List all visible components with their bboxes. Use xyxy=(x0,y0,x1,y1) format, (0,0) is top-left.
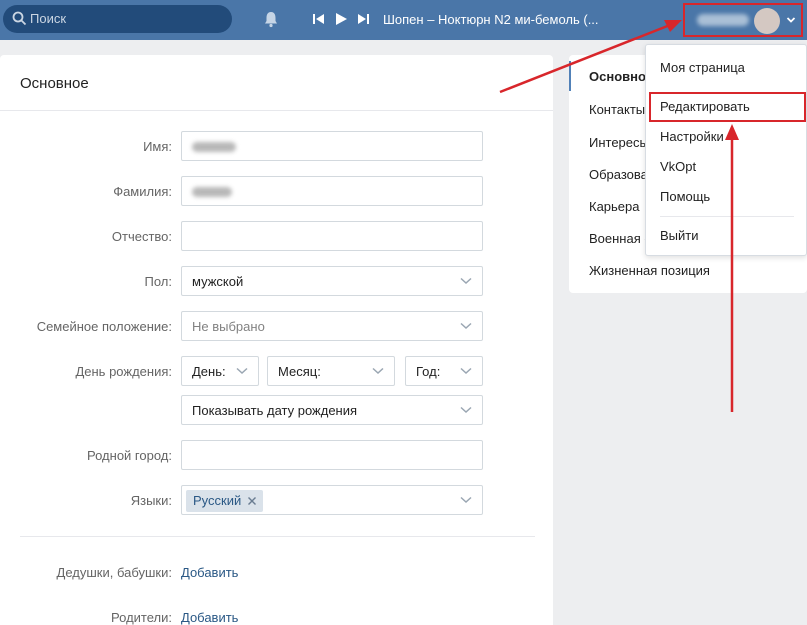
birth-year-select[interactable]: Год: xyxy=(405,356,483,386)
chevron-down-icon xyxy=(786,17,796,23)
grandparents-label: Дедушки, бабушки: xyxy=(56,565,172,580)
patronymic-label: Отчество: xyxy=(111,229,172,244)
menu-item-vkopt[interactable]: VkOpt xyxy=(660,159,696,174)
parents-label: Родители: xyxy=(111,610,172,625)
hometown-label: Родной город: xyxy=(87,448,172,463)
birth-visibility-select[interactable]: Показывать дату рождения xyxy=(181,395,483,425)
add-grandparents-link[interactable]: Добавить xyxy=(181,565,238,580)
next-track-icon[interactable] xyxy=(356,12,370,26)
section-item-education[interactable]: Образование xyxy=(589,167,645,182)
last-name-label: Фамилия: xyxy=(113,184,172,199)
chevron-down-icon xyxy=(372,367,384,375)
top-header: Поиск Шопен – Ноктюрн N2 ми-бемоль (... xyxy=(0,0,807,40)
title-divider xyxy=(0,110,553,111)
section-item-life-position[interactable]: Жизненная позиция xyxy=(589,263,789,278)
search-placeholder: Поиск xyxy=(30,11,67,26)
search-icon xyxy=(12,11,27,26)
last-name-blurred xyxy=(192,187,232,197)
page-title: Основное xyxy=(20,75,89,92)
chevron-down-icon xyxy=(460,322,472,330)
marital-status-label: Семейное положение: xyxy=(36,319,172,334)
birth-month-value: Месяц: xyxy=(278,364,321,379)
add-parents-link[interactable]: Добавить xyxy=(181,610,238,625)
profile-dropdown: Моя страница Редактировать Настройки VkO… xyxy=(645,44,807,256)
first-name-label: Имя: xyxy=(143,139,172,154)
previous-track-icon[interactable] xyxy=(312,12,326,26)
user-name-blurred xyxy=(697,14,749,26)
notifications-bell-icon[interactable] xyxy=(262,10,280,28)
chevron-down-icon xyxy=(460,367,472,375)
profile-menu-button[interactable] xyxy=(683,3,803,37)
search-box[interactable]: Поиск xyxy=(3,5,232,33)
language-tag-label: Русский xyxy=(193,493,242,508)
birth-day-select[interactable]: День: xyxy=(181,356,259,386)
marital-status-select[interactable]: Не выбрано xyxy=(181,311,483,341)
chevron-down-icon xyxy=(460,277,472,285)
birth-day-value: День: xyxy=(192,364,226,379)
language-tag: Русский xyxy=(186,490,264,512)
menu-item-help[interactable]: Помощь xyxy=(660,189,710,204)
active-indicator xyxy=(569,61,571,91)
menu-item-edit[interactable]: Редактировать xyxy=(660,99,750,114)
section-divider xyxy=(20,536,535,537)
languages-select[interactable]: Русский xyxy=(181,485,483,515)
section-item-contacts[interactable]: Контакты xyxy=(589,102,645,117)
edit-profile-card: Основное Имя: Фамилия: Отчество: Пол: му… xyxy=(0,55,553,625)
section-item-career[interactable]: Карьера xyxy=(589,199,645,214)
chevron-down-icon xyxy=(460,496,472,504)
gender-label: Пол: xyxy=(144,274,173,289)
hometown-field[interactable] xyxy=(181,440,483,470)
birthday-label: День рождения: xyxy=(75,364,172,379)
birth-visibility-value: Показывать дату рождения xyxy=(192,403,358,418)
play-icon[interactable] xyxy=(334,12,348,26)
menu-item-my-page[interactable]: Моя страница xyxy=(660,60,745,75)
gender-select[interactable]: мужской xyxy=(181,266,483,296)
current-track-title[interactable]: Шопен – Ноктюрн N2 ми-бемоль (... xyxy=(383,12,599,27)
languages-label: Языки: xyxy=(130,493,172,508)
section-item-interests[interactable]: Интересы xyxy=(589,135,645,150)
menu-item-logout[interactable]: Выйти xyxy=(660,228,699,243)
patronymic-field[interactable] xyxy=(181,221,483,251)
birth-year-value: Год: xyxy=(416,364,441,379)
section-item-military[interactable]: Военная служба xyxy=(589,231,645,246)
menu-item-settings[interactable]: Настройки xyxy=(660,129,724,144)
birth-month-select[interactable]: Месяц: xyxy=(267,356,395,386)
marital-status-value: Не выбрано xyxy=(192,319,265,334)
section-item-basic[interactable]: Основное xyxy=(589,69,645,84)
close-icon[interactable] xyxy=(247,496,257,506)
menu-divider xyxy=(660,216,794,217)
chevron-down-icon xyxy=(236,367,248,375)
first-name-blurred xyxy=(192,142,236,152)
chevron-down-icon xyxy=(460,406,472,414)
gender-value: мужской xyxy=(192,274,244,289)
last-name-field[interactable] xyxy=(181,176,483,206)
first-name-field[interactable] xyxy=(181,131,483,161)
avatar xyxy=(754,8,780,34)
